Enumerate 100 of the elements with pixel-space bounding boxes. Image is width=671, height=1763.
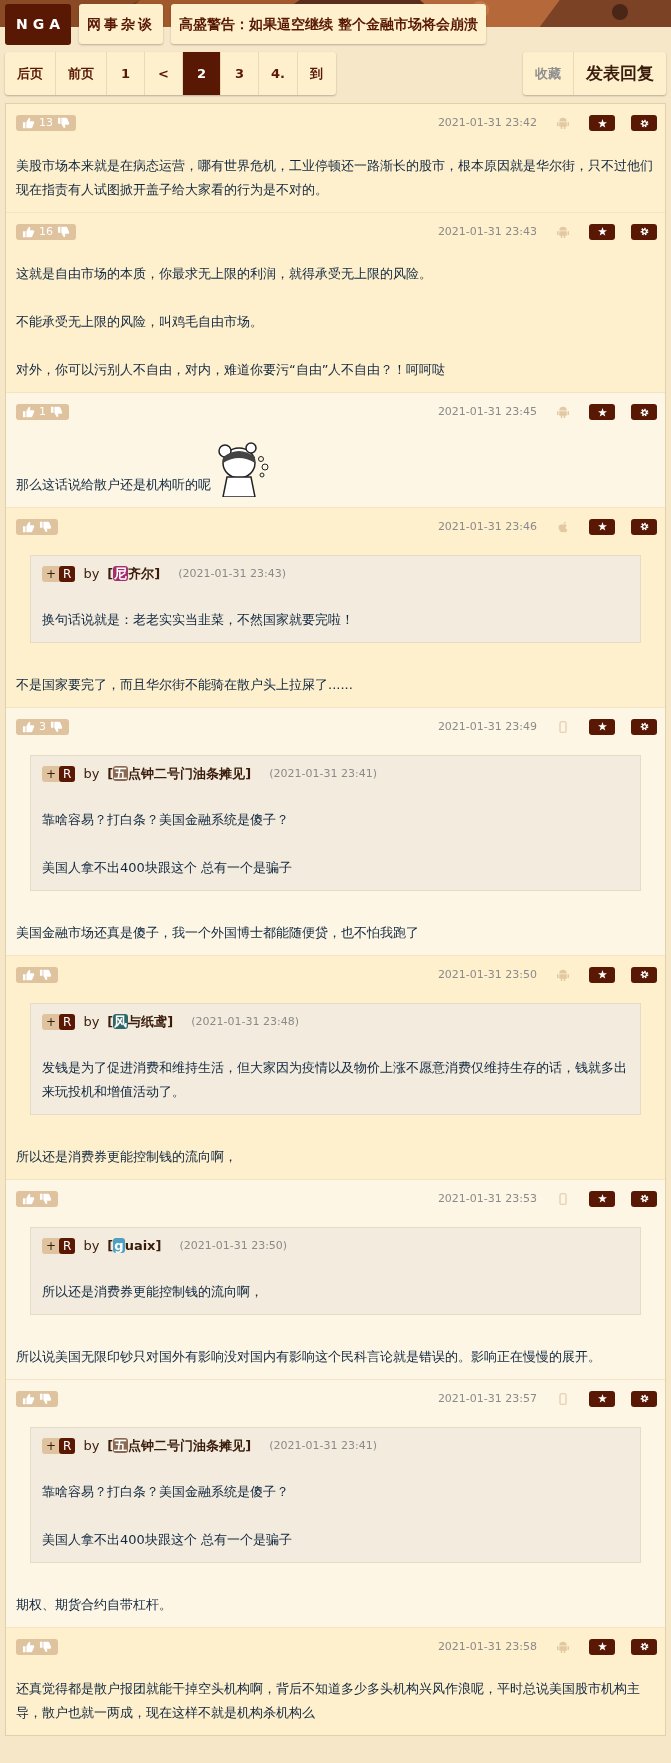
android-icon — [557, 1640, 569, 1653]
settings-icon[interactable] — [639, 522, 649, 532]
author-name[interactable]: [五点钟二号门油条摊见] — [107, 1436, 252, 1456]
settings-icon[interactable] — [639, 227, 649, 237]
settings-button[interactable] — [631, 223, 657, 240]
star-icon[interactable] — [597, 522, 607, 532]
page-button[interactable]: 4. — [259, 52, 298, 95]
thumbs-up-icon[interactable] — [22, 968, 35, 981]
settings-button[interactable] — [631, 518, 657, 535]
star-icon[interactable] — [597, 970, 607, 980]
post-text: 不是国家要完了，而且华尔街不能骑在散户头上拉屎了...... — [16, 675, 354, 694]
settings-icon[interactable] — [639, 970, 649, 980]
thumbs-down-icon[interactable] — [50, 720, 63, 733]
thumbs-down-icon[interactable] — [57, 225, 70, 238]
settings-button[interactable] — [631, 404, 657, 421]
forum-tab[interactable]: 网事杂谈 — [79, 4, 164, 44]
post-text: 美国金融市场还真是傻子，我一个外国博士都能随便贷，也不怕我跑了 — [16, 923, 420, 942]
settings-icon[interactable] — [639, 722, 649, 732]
quote-text: 美国人拿不出400块跟这个 总有一个是骗子 — [42, 858, 293, 877]
reply-tag-button[interactable]: + R — [42, 1437, 76, 1454]
star-button[interactable] — [589, 223, 615, 240]
thumbs-up-icon[interactable] — [22, 1640, 35, 1653]
reply-button[interactable]: 发表回复 — [574, 52, 666, 95]
author-name[interactable]: [guaix] — [107, 1236, 162, 1256]
author-name[interactable]: [风与纸鸢] — [107, 1012, 174, 1032]
star-button[interactable] — [589, 1638, 615, 1655]
star-icon[interactable] — [597, 722, 607, 732]
site-logo[interactable]: NGA — [5, 4, 72, 45]
settings-icon[interactable] — [639, 407, 649, 417]
author-name[interactable]: [尼齐尔] — [107, 564, 161, 584]
vote-count: 1 — [39, 404, 46, 420]
page-button[interactable]: 后页 — [5, 52, 56, 95]
star-button[interactable] — [589, 718, 615, 735]
settings-icon[interactable] — [639, 118, 649, 128]
by-label: by — [83, 1237, 100, 1255]
author-name[interactable]: [五点钟二号门油条摊见] — [107, 764, 252, 784]
post-time: 2021-01-31 23:50 — [437, 966, 537, 983]
thumbs-down-icon[interactable] — [50, 406, 63, 419]
page-button[interactable]: 3 — [221, 52, 259, 95]
thumbs-down-icon[interactable] — [39, 1640, 52, 1653]
thumbs-down-icon[interactable] — [57, 117, 70, 130]
settings-button[interactable] — [631, 966, 657, 983]
star-button[interactable] — [589, 966, 615, 983]
thumbs-down-icon[interactable] — [39, 968, 52, 981]
thumbs-down-icon[interactable] — [39, 1392, 52, 1405]
settings-button[interactable] — [631, 1638, 657, 1655]
thumbs-down-icon[interactable] — [39, 1192, 52, 1205]
phone-icon — [557, 720, 569, 733]
star-icon[interactable] — [597, 1642, 607, 1652]
page-button[interactable]: 1 — [107, 52, 145, 95]
post-time: 2021-01-31 23:49 — [437, 718, 537, 735]
page-button[interactable]: 到 — [298, 52, 336, 95]
settings-button[interactable] — [631, 115, 657, 132]
quote-time: (2021-01-31 23:43) — [178, 565, 286, 582]
settings-button[interactable] — [631, 1390, 657, 1407]
post-text: 所以还是消费券更能控制钱的流向啊， — [16, 1147, 238, 1166]
post-text: 美股市场本来就是在病态运营，哪有世界危机，工业停顿还一路渐长的股市，根本原因就是华尔街，只不过他们现在指责有人试图掀开盖子给大家看的行为是不对的。 — [16, 156, 654, 199]
thumbs-up-icon[interactable] — [22, 520, 35, 533]
star-button[interactable] — [589, 518, 615, 535]
settings-button[interactable] — [631, 1190, 657, 1207]
page-button[interactable]: 前页 — [56, 52, 107, 95]
thumbs-up-icon[interactable] — [22, 117, 35, 130]
star-icon[interactable] — [597, 227, 607, 237]
quote-text: 靠啥容易？打白条？美国金融系统是傻子？ — [42, 810, 290, 829]
star-icon[interactable] — [597, 118, 607, 128]
page-button[interactable]: 2 — [183, 52, 221, 95]
star-button[interactable] — [589, 1190, 615, 1207]
reply-tag-button[interactable]: + R — [42, 1013, 76, 1030]
quote-time: (2021-01-31 23:48) — [191, 1013, 299, 1030]
star-icon[interactable] — [597, 407, 607, 417]
thumbs-up-icon[interactable] — [22, 1392, 35, 1405]
reply-tag-button[interactable]: + R — [42, 1237, 76, 1254]
star-button[interactable] — [589, 115, 615, 132]
reply-tag-button[interactable]: + R — [42, 765, 76, 782]
post-time: 2021-01-31 23:46 — [437, 518, 537, 535]
star-button[interactable] — [589, 404, 615, 421]
settings-icon[interactable] — [639, 1394, 649, 1404]
thumbs-down-icon[interactable] — [39, 520, 52, 533]
star-button[interactable] — [589, 1390, 615, 1407]
star-icon[interactable] — [597, 1194, 607, 1204]
quote-time: (2021-01-31 23:50) — [179, 1237, 288, 1254]
star-icon[interactable] — [597, 1394, 607, 1404]
reply-tag-button[interactable]: + R — [42, 565, 76, 582]
phone-icon — [557, 1392, 569, 1405]
apple-icon — [557, 520, 569, 533]
quote-text: 所以还是消费券更能控制钱的流向啊， — [42, 1282, 264, 1301]
thumbs-up-icon[interactable] — [22, 225, 35, 238]
thumbs-up-icon[interactable] — [22, 1192, 35, 1205]
by-label: by — [83, 565, 100, 583]
post-time: 2021-01-31 23:57 — [437, 1390, 537, 1407]
post-time: 2021-01-31 23:43 — [437, 223, 537, 240]
quote-text: 发钱是为了促进消费和维持生活，但大家因为疫情以及物价上涨不愿意消费仅维持生存的话，钱就多出来玩投机和增值活动了。 — [42, 1058, 628, 1101]
thumbs-up-icon[interactable] — [22, 406, 35, 419]
thumbs-up-icon[interactable] — [22, 720, 35, 733]
post-text: 这就是自由市场的本质，你最求无上限的利润，就得承受无上限的风险。 — [16, 265, 433, 283]
settings-icon[interactable] — [639, 1642, 649, 1652]
settings-icon[interactable] — [639, 1194, 649, 1204]
post-text: 不能承受无上限的风险，叫鸡毛自由市场。 — [16, 313, 264, 331]
settings-button[interactable] — [631, 718, 657, 735]
thread-title: 高盛警告：如果逼空继续 整个金融市场将会崩溃 — [171, 4, 486, 44]
